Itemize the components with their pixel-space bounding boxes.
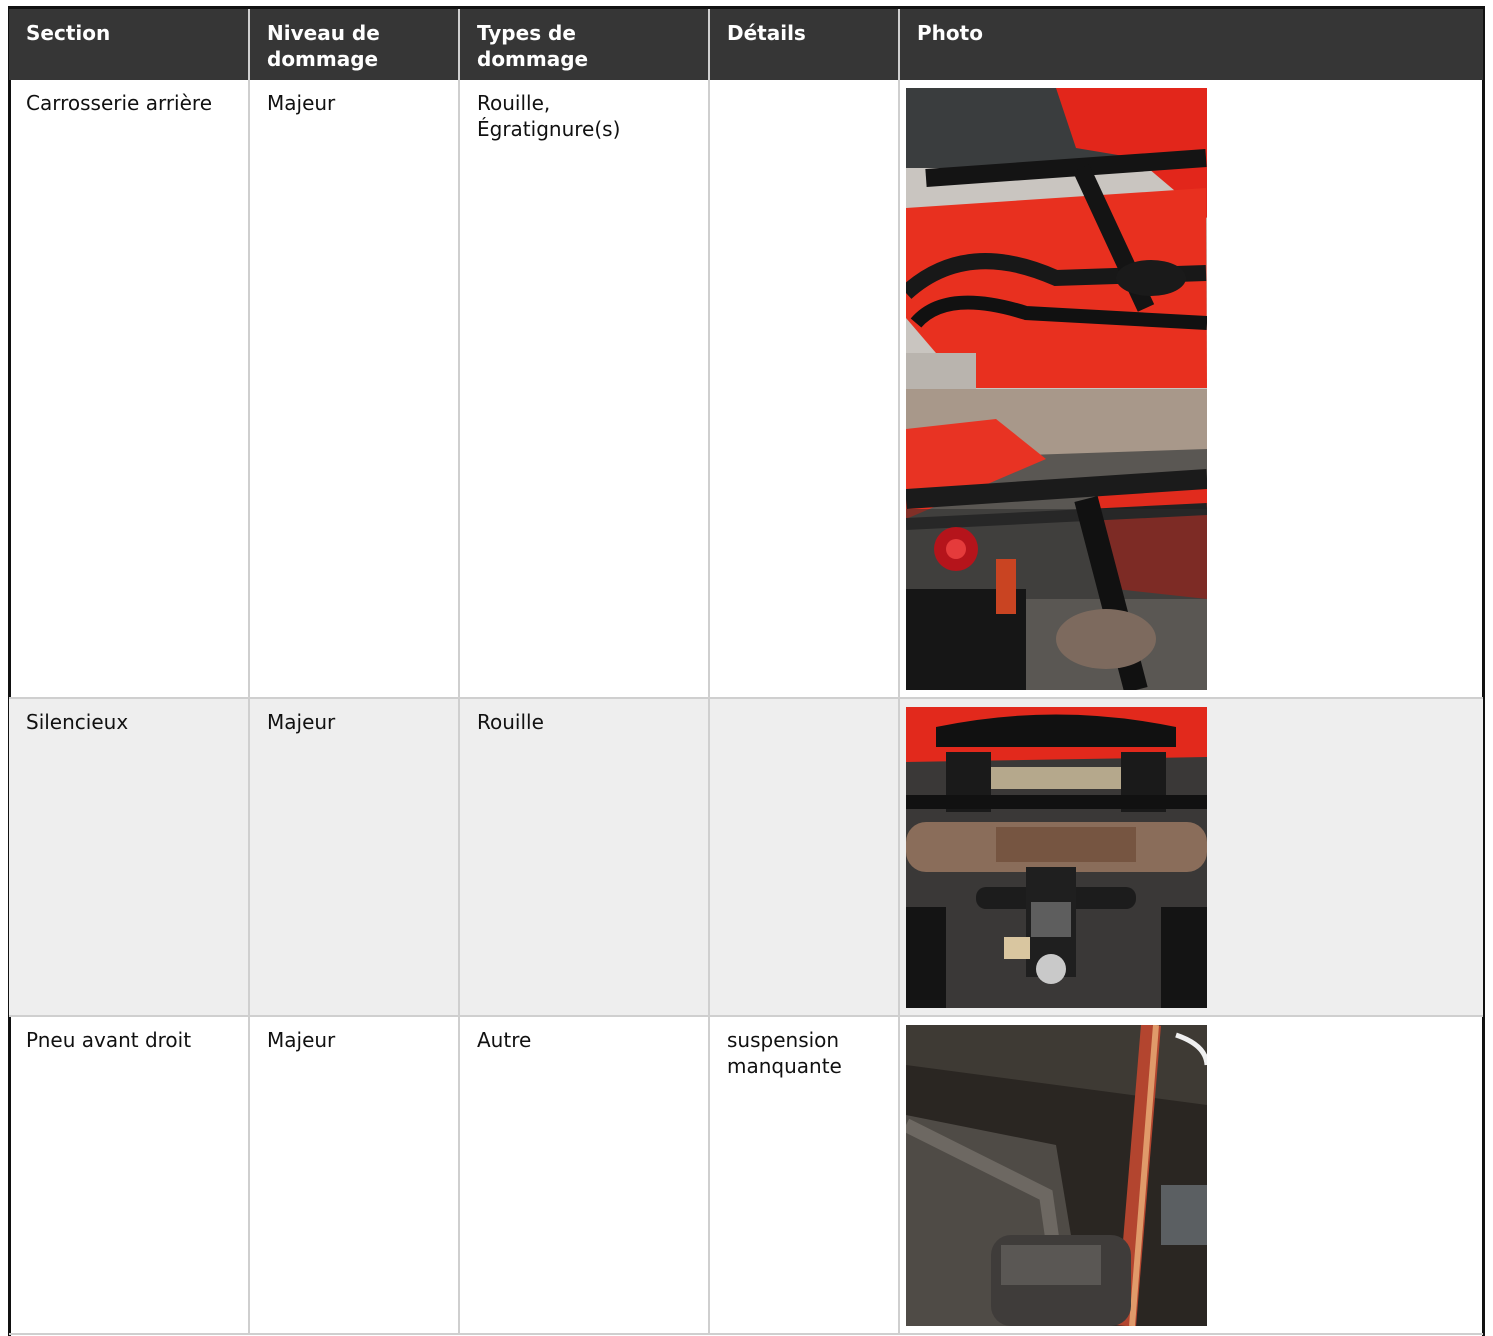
header-section: Section [9, 9, 250, 80]
cell-types: Rouille [459, 698, 710, 1017]
cell-types: Rouille, Égratignure(s) [459, 80, 710, 699]
cell-niveau: Majeur [249, 698, 460, 1017]
cell-niveau: Majeur [249, 1016, 460, 1335]
damage-table: Section Niveau de dommage Types de domma… [9, 9, 1483, 1335]
cell-photo [899, 1016, 1483, 1335]
cell-photo [899, 698, 1483, 1017]
table-header-row: Section Niveau de dommage Types de domma… [9, 9, 1483, 80]
cell-niveau: Majeur [249, 80, 460, 699]
cell-types: Autre [459, 1016, 710, 1335]
cell-section: Pneu avant droit [9, 1016, 250, 1335]
cell-section: Silencieux [9, 698, 250, 1017]
header-details: Détails [709, 9, 900, 80]
table-row: Carrosserie arrière Majeur Rouille, Égra… [9, 80, 1483, 699]
cell-details [709, 698, 900, 1017]
cell-details: suspension manquante [709, 1016, 900, 1335]
table-row: Pneu avant droit Majeur Autre suspension… [9, 1016, 1483, 1335]
header-niveau: Niveau de dommage [249, 9, 460, 80]
header-types: Types de dommage [459, 9, 710, 80]
photo-rear-taillight[interactable] [906, 389, 1207, 690]
table-row: Silencieux Majeur Rouille [9, 698, 1483, 1017]
header-photo: Photo [899, 9, 1483, 80]
photo-rear-rack[interactable] [906, 88, 1207, 389]
cell-section: Carrosserie arrière [9, 80, 250, 699]
photo-muffler[interactable] [906, 707, 1207, 1008]
cell-photo [899, 80, 1483, 699]
cell-details [709, 80, 900, 699]
photo-front-right[interactable] [906, 1025, 1207, 1326]
